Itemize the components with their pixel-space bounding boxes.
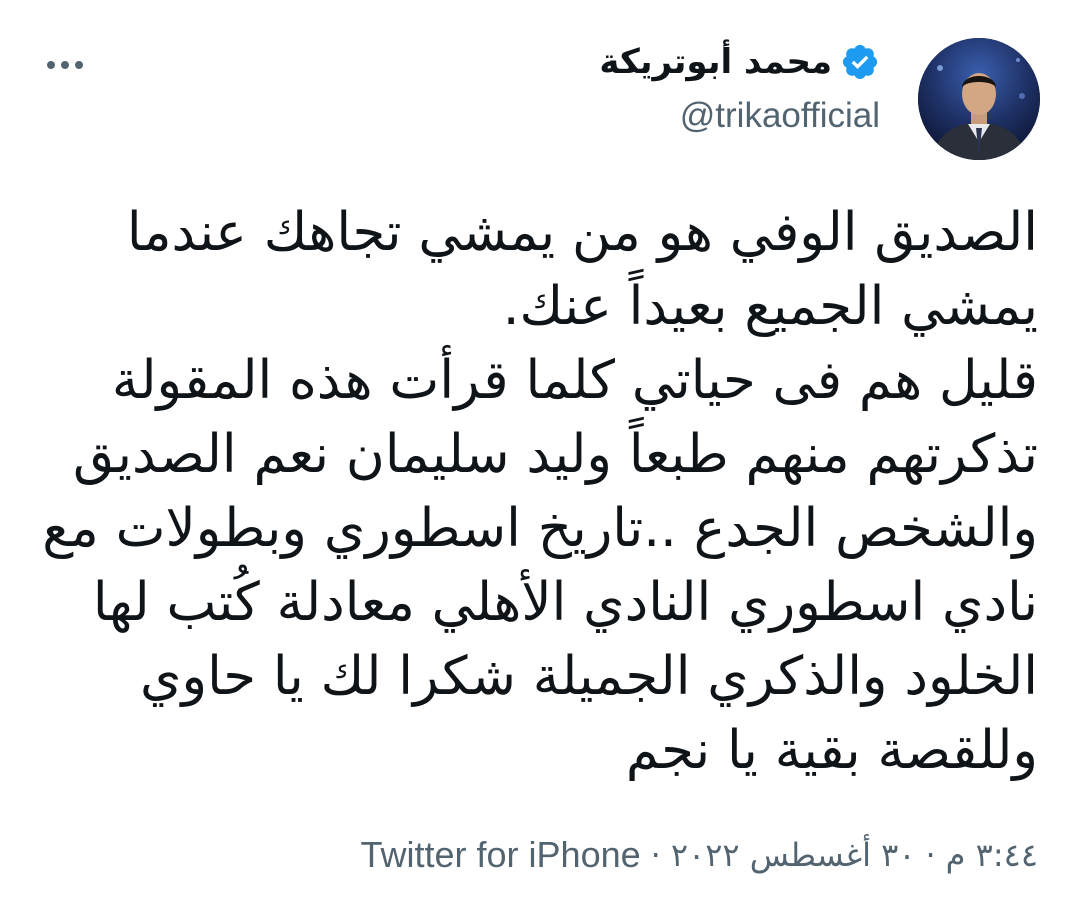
- tweet-line: وللقصة بقية يا نجم: [625, 720, 1038, 781]
- tweet-line: يمشي الجميع بعيداً عنك.: [502, 276, 1038, 337]
- tweet-text: الصديق الوفي هو من يمشي تجاهك عندما يمشي…: [38, 196, 1038, 788]
- more-dot: [75, 61, 83, 69]
- more-dot: [47, 61, 55, 69]
- author-name-row[interactable]: محمد أبوتريكة: [599, 42, 880, 82]
- meta-separator: ·: [650, 836, 661, 874]
- tweet-line: والشخص الجدع ..تاريخ اسطوري وبطولات مع: [42, 498, 1038, 559]
- tweet-metadata: ٣:٤٤ م · ٣٠ أغسطس ٢٠٢٢ · Twitter for iPh…: [361, 834, 1038, 876]
- tweet-time[interactable]: ٣:٤٤ م: [946, 836, 1038, 874]
- avatar[interactable]: [918, 38, 1040, 160]
- tweet-line: نادي اسطوري النادي الأهلي معادلة كُتب له…: [92, 572, 1038, 633]
- more-dot: [61, 61, 69, 69]
- tweet-date[interactable]: ٣٠ أغسطس ٢٠٢٢: [671, 836, 916, 874]
- author-handle[interactable]: @trikaofficial: [680, 96, 880, 136]
- meta-separator: ·: [925, 836, 936, 874]
- tweet-line: قليل هم فى حياتي كلما قرأت هذه المقولة: [111, 350, 1038, 411]
- tweet-line: الصديق الوفي هو من يمشي تجاهك عندما: [126, 202, 1038, 263]
- tweet-source-link[interactable]: Twitter for iPhone: [361, 834, 641, 876]
- tweet-line: تذكرتهم منهم طبعاً وليد سليمان نعم الصدي…: [73, 424, 1038, 485]
- verified-badge-icon: [840, 42, 880, 82]
- tweet-line: الخلود والذكري الجميلة شكرا لك يا حاوي: [140, 646, 1038, 707]
- author-display-name[interactable]: محمد أبوتريكة: [599, 42, 832, 82]
- more-options-button[interactable]: [38, 50, 92, 80]
